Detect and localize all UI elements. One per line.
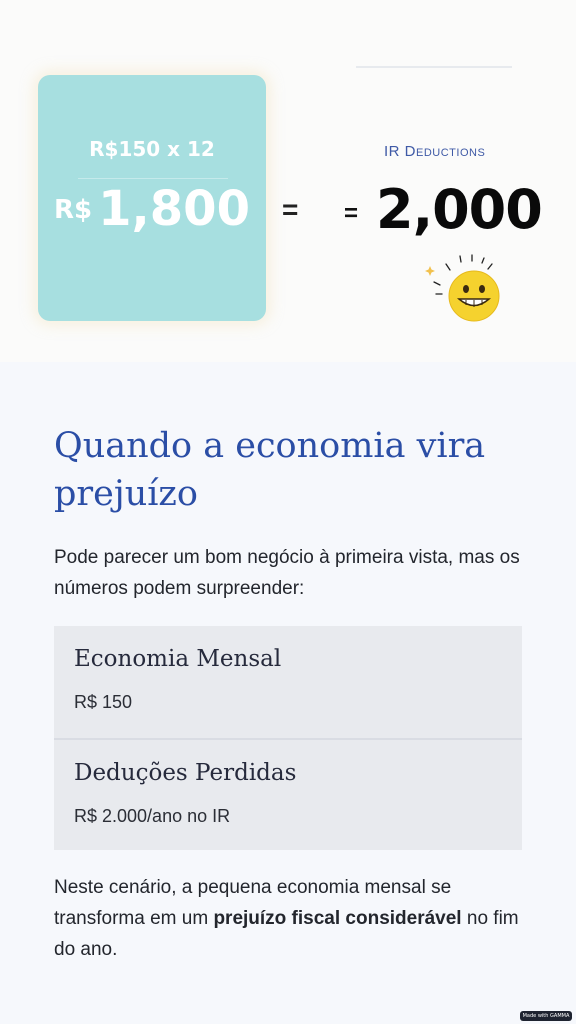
section-title: Quando a economia vira prejuízo bbox=[54, 426, 486, 514]
hero-illustration: R$150 x 12 R$ 1,800 = IR Deductions = 2,0… bbox=[0, 0, 576, 362]
row-title: Economia Mensal bbox=[74, 646, 282, 672]
hero-decorative-line bbox=[356, 66, 512, 68]
card-divider bbox=[78, 178, 228, 179]
monthly-savings-row: Economia Mensal R$ 150 bbox=[54, 626, 522, 738]
closing-text-emphasis: prejuízo fiscal considerável bbox=[213, 908, 462, 929]
row-title: Deduções Perdidas bbox=[74, 760, 297, 786]
closing-paragraph: Neste cenário, a pequena economia mensal… bbox=[54, 872, 524, 965]
equals-sign: = bbox=[282, 194, 299, 225]
comparison-panel: Economia Mensal R$ 150 Deduções Perdidas… bbox=[54, 626, 522, 850]
calculation-card: R$150 x 12 R$ 1,800 bbox=[38, 75, 266, 321]
made-with-badge[interactable]: Made with GAMMA bbox=[520, 1011, 572, 1021]
ir-deductions-value: 2,000 bbox=[376, 178, 543, 241]
currency-symbol: R$ bbox=[54, 195, 93, 225]
ir-deductions-label: IR Deductions bbox=[384, 143, 486, 160]
intro-paragraph: Pode parecer um bom negócio à primeira v… bbox=[54, 547, 520, 599]
row-value: R$ 2.000/ano no IR bbox=[74, 806, 231, 826]
equals-sign-secondary: = bbox=[344, 200, 359, 227]
annual-savings: R$ 1,800 bbox=[38, 181, 266, 237]
lost-deductions-row: Deduções Perdidas R$ 2.000/ano no IR bbox=[54, 738, 522, 852]
monthly-calculation: R$150 x 12 bbox=[89, 137, 215, 161]
row-value: R$ 150 bbox=[74, 692, 133, 712]
grinning-face-icon bbox=[425, 254, 500, 322]
annual-savings-value: 1,800 bbox=[98, 181, 250, 237]
